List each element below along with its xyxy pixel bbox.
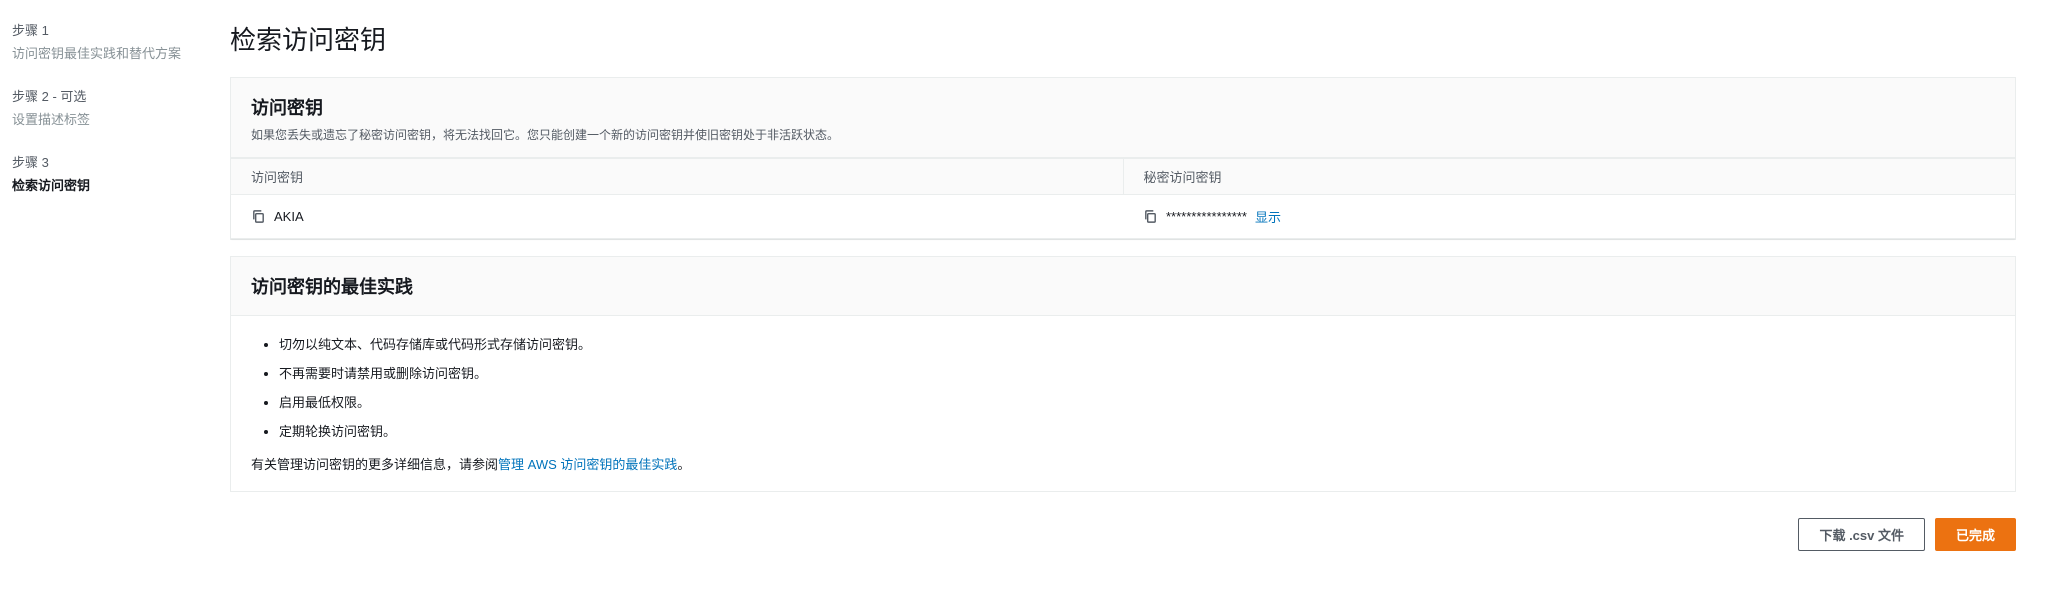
step-title: 检索访问密钥 xyxy=(12,175,218,194)
panel-description: 如果您丢失或遗忘了秘密访问密钥，将无法找回它。您只能创建一个新的访问密钥并使旧密… xyxy=(251,126,1995,143)
list-item: 切勿以纯文本、代码存储库或代码形式存储访问密钥。 xyxy=(279,334,1995,353)
key-values-row: AKIA **************** 显示 xyxy=(231,194,2015,239)
step-title: 设置描述标签 xyxy=(12,109,218,128)
wizard-sidebar: 步骤 1 访问密钥最佳实践和替代方案 步骤 2 - 可选 设置描述标签 步骤 3… xyxy=(0,0,230,581)
best-practices-panel: 访问密钥的最佳实践 切勿以纯文本、代码存储库或代码形式存储访问密钥。 不再需要时… xyxy=(230,256,2016,492)
best-practices-list: 切勿以纯文本、代码存储库或代码形式存储访问密钥。 不再需要时请禁用或删除访问密钥… xyxy=(251,334,1995,440)
secret-key-cell: **************** 显示 xyxy=(1123,195,2015,238)
panel-header: 访问密钥的最佳实践 xyxy=(231,257,2015,316)
best-practices-footer: 有关管理访问密钥的更多详细信息，请参阅管理 AWS 访问密钥的最佳实践。 xyxy=(251,454,1995,473)
action-bar: 下载 .csv 文件 已完成 xyxy=(230,508,2016,561)
download-csv-button[interactable]: 下载 .csv 文件 xyxy=(1798,518,1925,551)
page-title: 检索访问密钥 xyxy=(230,20,2016,57)
main-content: 检索访问密钥 访问密钥 如果您丢失或遗忘了秘密访问密钥，将无法找回它。您只能创建… xyxy=(230,0,2046,581)
step-title: 访问密钥最佳实践和替代方案 xyxy=(12,43,218,62)
show-secret-link[interactable]: 显示 xyxy=(1255,207,1281,226)
access-key-cell: AKIA xyxy=(231,195,1123,238)
key-headers-row: 访问密钥 秘密访问密钥 xyxy=(231,158,2015,194)
step-label: 步骤 3 xyxy=(12,152,218,171)
access-key-header: 访问密钥 xyxy=(231,159,1123,194)
list-item: 定期轮换访问密钥。 xyxy=(279,421,1995,440)
panel-title: 访问密钥的最佳实践 xyxy=(251,273,1995,299)
secret-key-masked: **************** xyxy=(1166,209,1247,224)
access-key-panel: 访问密钥 如果您丢失或遗忘了秘密访问密钥，将无法找回它。您只能创建一个新的访问密… xyxy=(230,77,2016,240)
step-2[interactable]: 步骤 2 - 可选 设置描述标签 xyxy=(12,86,218,128)
done-button[interactable]: 已完成 xyxy=(1935,518,2016,551)
secret-key-header: 秘密访问密钥 xyxy=(1123,159,2016,194)
panel-header: 访问密钥 如果您丢失或遗忘了秘密访问密钥，将无法找回它。您只能创建一个新的访问密… xyxy=(231,78,2015,158)
access-key-value: AKIA xyxy=(274,209,304,224)
best-practices-link[interactable]: 管理 AWS 访问密钥的最佳实践 xyxy=(498,457,677,472)
copy-icon[interactable] xyxy=(1143,209,1158,224)
panel-title: 访问密钥 xyxy=(251,94,1995,120)
step-label: 步骤 2 - 可选 xyxy=(12,86,218,105)
list-item: 不再需要时请禁用或删除访问密钥。 xyxy=(279,363,1995,382)
step-label: 步骤 1 xyxy=(12,20,218,39)
copy-icon[interactable] xyxy=(251,209,266,224)
list-item: 启用最低权限。 xyxy=(279,392,1995,411)
step-3[interactable]: 步骤 3 检索访问密钥 xyxy=(12,152,218,194)
best-practices-body: 切勿以纯文本、代码存储库或代码形式存储访问密钥。 不再需要时请禁用或删除访问密钥… xyxy=(231,316,2015,491)
footer-prefix: 有关管理访问密钥的更多详细信息，请参阅 xyxy=(251,457,498,472)
footer-suffix: 。 xyxy=(677,457,690,472)
step-1[interactable]: 步骤 1 访问密钥最佳实践和替代方案 xyxy=(12,20,218,62)
